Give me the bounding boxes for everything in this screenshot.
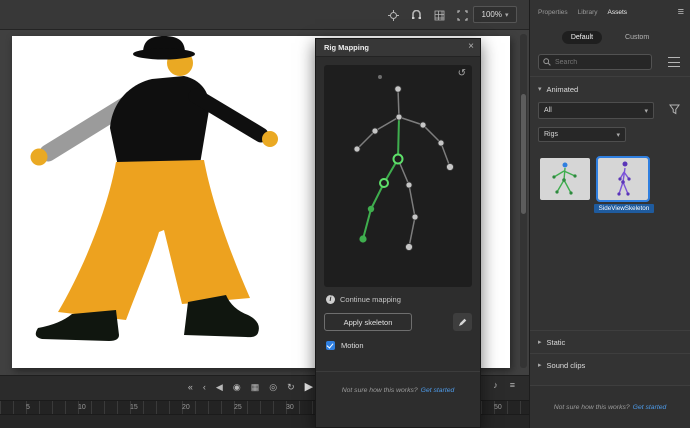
- tab-properties[interactable]: Properties: [538, 9, 568, 16]
- app-window: 100% ▾: [0, 0, 690, 428]
- rig-help-text: Not sure how this works? Get started: [316, 387, 480, 394]
- section-animated-label: Animated: [547, 85, 579, 94]
- character-front-hand: [262, 131, 278, 147]
- tab-assets[interactable]: Assets: [608, 9, 628, 16]
- section-sound-clips[interactable]: ▸ Sound clips: [530, 356, 690, 374]
- character-hat-brim: [133, 49, 195, 60]
- type-dropdown[interactable]: Rigs ▾: [538, 127, 626, 142]
- character-right-boot: [184, 295, 259, 337]
- get-started-link[interactable]: Get started: [633, 404, 667, 411]
- play-button[interactable]: ▶: [305, 382, 313, 393]
- magnet-icon[interactable]: [408, 7, 425, 23]
- list-view-icon[interactable]: [668, 57, 680, 67]
- frame-number: 30: [286, 404, 294, 411]
- section-animated[interactable]: ▾ Animated: [530, 80, 690, 98]
- chevron-down-icon: ▾: [616, 131, 620, 139]
- zoom-select[interactable]: 100% ▾: [473, 6, 517, 23]
- info-icon: i: [326, 295, 335, 304]
- previous-keyframe-icon[interactable]: ‹: [203, 383, 206, 392]
- chevron-right-icon: ▸: [538, 338, 542, 346]
- grid-view-icon[interactable]: ▦: [251, 383, 260, 392]
- grid-icon[interactable]: [431, 7, 448, 23]
- motion-label: Motion: [341, 341, 364, 350]
- mode-default-button[interactable]: Default: [562, 31, 602, 44]
- type-value: Rigs: [544, 131, 558, 138]
- audio-icon[interactable]: ♪: [493, 381, 498, 390]
- record-icon[interactable]: ◉: [233, 383, 241, 392]
- loop-icon[interactable]: ↻: [287, 383, 295, 392]
- asset-thumbnail-frontskeleton[interactable]: [540, 158, 590, 200]
- search-box[interactable]: [538, 54, 652, 70]
- front-skeleton-icon: [540, 158, 590, 200]
- center-frame-icon[interactable]: [385, 7, 402, 23]
- onion-skin-icon[interactable]: ◎: [269, 383, 277, 392]
- frame-number: 10: [78, 404, 86, 411]
- help-question: Not sure how this works?: [554, 404, 630, 411]
- panel-menu-icon[interactable]: ≡: [678, 6, 684, 18]
- chevron-down-icon: ▾: [505, 11, 509, 19]
- step-back-icon[interactable]: ◀: [216, 383, 223, 392]
- frame-number: 15: [130, 404, 138, 411]
- zoom-value: 100%: [482, 10, 502, 19]
- section-sound-label: Sound clips: [547, 361, 586, 370]
- assets-panel: Properties Library Assets ≡ Default Cust…: [529, 0, 690, 428]
- chevron-down-icon: ▾: [644, 107, 648, 115]
- filter-icon[interactable]: [669, 104, 680, 115]
- reset-icon[interactable]: ↺: [458, 68, 466, 79]
- asset-thumbnail-sideviewskeleton[interactable]: [598, 158, 648, 200]
- search-input[interactable]: [555, 59, 647, 66]
- edit-pencil-icon[interactable]: [453, 313, 472, 331]
- chevron-down-icon: ▾: [538, 85, 542, 93]
- frame-number: 5: [26, 404, 30, 411]
- get-started-link[interactable]: Get started: [421, 387, 455, 394]
- section-static[interactable]: ▸ Static: [530, 333, 690, 351]
- panel-help-text: Not sure how this works? Get started: [530, 385, 690, 428]
- section-static-label: Static: [547, 338, 566, 347]
- help-question: Not sure how this works?: [342, 387, 418, 394]
- canvas-vertical-scrollbar[interactable]: [520, 34, 527, 368]
- character-left-boot: [36, 310, 119, 341]
- rig-status: i Continue mapping: [326, 295, 401, 304]
- rig-panel-header[interactable]: Rig Mapping ×: [316, 39, 480, 57]
- search-icon: [543, 58, 551, 66]
- rig-status-text: Continue mapping: [340, 295, 401, 304]
- side-skeleton-icon: [598, 158, 648, 200]
- tab-library[interactable]: Library: [578, 9, 598, 16]
- character-back-hand: [31, 149, 48, 166]
- rig-mapping-panel: Rig Mapping × ↺: [315, 38, 481, 428]
- rig-skeleton: [324, 65, 472, 287]
- rig-viewport[interactable]: ↺: [324, 65, 472, 287]
- motion-row: Motion: [326, 341, 364, 350]
- close-icon[interactable]: ×: [468, 41, 474, 52]
- top-toolbar: 100% ▾: [0, 0, 529, 30]
- frame-number: 25: [234, 404, 242, 411]
- jump-to-start-icon[interactable]: «: [188, 383, 193, 392]
- apply-skeleton-button[interactable]: Apply skeleton: [324, 313, 412, 331]
- category-dropdown[interactable]: All ▾: [538, 102, 654, 119]
- chevron-right-icon: ▸: [538, 361, 542, 369]
- mode-custom-button[interactable]: Custom: [616, 31, 658, 44]
- timeline-menu-icon[interactable]: ≡: [510, 381, 515, 390]
- scrollbar-thumb[interactable]: [521, 94, 526, 214]
- motion-checkbox[interactable]: [326, 341, 335, 350]
- frame-number: 20: [182, 404, 190, 411]
- frame-number: 50: [494, 404, 502, 411]
- asset-label[interactable]: SideViewSkeleton: [594, 204, 654, 213]
- snap-corners-icon[interactable]: [454, 7, 471, 23]
- category-value: All: [544, 107, 552, 114]
- rig-panel-title: Rig Mapping: [324, 43, 369, 52]
